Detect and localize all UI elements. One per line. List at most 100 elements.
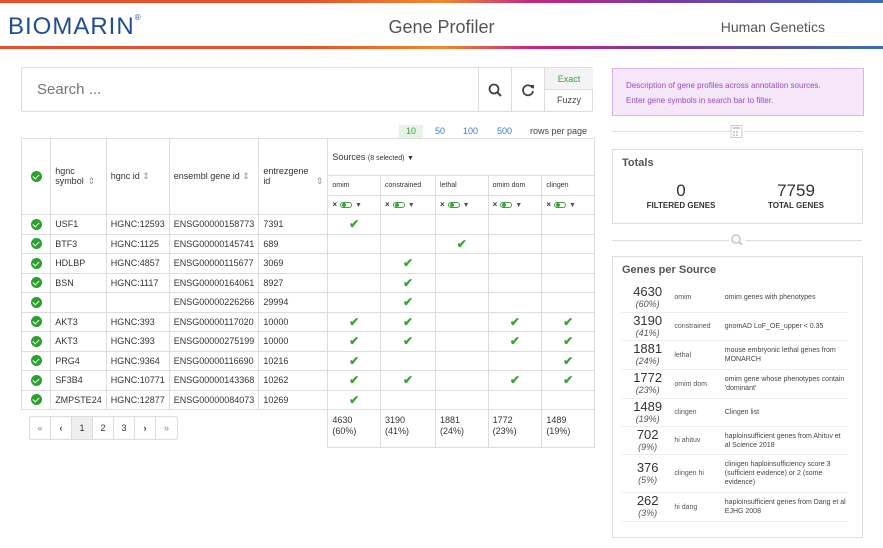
table-row[interactable]: ENSG00000226266 29994 ✔ [20, 292, 595, 313]
fuzzy-match-toggle[interactable]: Fuzzy [544, 90, 593, 111]
table-row[interactable]: AKT3 HGNC:393 ENSG00000275199 10000 ✔ ✔ ✔ ✔ [20, 331, 595, 352]
last-page-button[interactable]: » [156, 417, 177, 439]
source-stat-row: 376 (5%) clingen hi clinigen haploinsuffi… [621, 455, 847, 493]
source-cell [541, 214, 595, 235]
human-genetics-link[interactable]: Human Genetics [721, 19, 825, 35]
prev-page-button[interactable]: ‹ [51, 417, 72, 439]
toggle-switch[interactable] [500, 202, 513, 209]
source-cell: ✔ [541, 311, 595, 332]
ensembl-header[interactable]: ensembl gene id ⇕ [168, 138, 260, 215]
toggle-switch[interactable] [447, 202, 460, 209]
caret-down-icon[interactable]: ▼ [408, 202, 415, 209]
rows-10-option[interactable]: 10 [399, 125, 423, 138]
hgnc-symbol-label: hgnc symbol [55, 166, 84, 186]
row-select[interactable] [20, 214, 52, 235]
rows-per-page-label: rows per page [530, 126, 588, 136]
row-select[interactable] [20, 253, 52, 274]
toggle-switch[interactable] [392, 202, 405, 209]
entrez-cell: 10216 [258, 350, 329, 371]
search-button[interactable] [478, 68, 510, 111]
next-page-button[interactable]: › [135, 417, 156, 439]
genes-per-source-panel: Genes per Source 4630 (60%) omim omim gen… [612, 256, 863, 538]
exact-match-toggle[interactable]: Exact [544, 68, 593, 90]
row-select[interactable] [20, 272, 52, 293]
table-row[interactable]: AKT3 HGNC:393 ENSG00000117020 10000 ✔ ✔ ✔ ✔ [20, 311, 595, 332]
clear-filter-icon[interactable]: × [440, 200, 445, 209]
check-mark-icon: ✔ [456, 236, 467, 251]
table-row[interactable]: USF1 HGNC:12593 ENSG00000158773 7391 ✔ [20, 214, 595, 235]
gene-table: hgnc symbol ⇕ hgnc id ⇕ ensembl gene id … [20, 138, 595, 448]
clear-filter-icon[interactable]: × [385, 200, 390, 209]
check-icon [30, 394, 42, 406]
total-count: 4630 [332, 415, 353, 425]
source-cell: ✔ [541, 331, 595, 352]
row-select[interactable] [20, 370, 52, 391]
source-cell [380, 389, 436, 410]
caret-down-icon[interactable]: ▼ [515, 202, 522, 209]
sources-dropdown[interactable]: Sources (8 selected) ▼ [327, 138, 595, 176]
select-all-header[interactable] [20, 138, 52, 215]
page-1-button[interactable]: 1 [72, 417, 93, 439]
rows-50-option[interactable]: 50 [435, 125, 445, 138]
check-icon [30, 355, 42, 367]
entrez-cell: 8927 [258, 272, 329, 293]
source-column-omim-dom[interactable]: omim dom [487, 175, 543, 196]
table-row[interactable]: ZMPSTE24 HGNC:12877 ENSG00000084073 10269 ✔ [20, 389, 595, 410]
row-select[interactable] [20, 331, 52, 352]
clear-filter-icon[interactable]: × [493, 200, 498, 209]
row-select[interactable] [20, 389, 52, 410]
source-cell [487, 292, 543, 313]
count-value: 4630 [633, 283, 663, 299]
total-cell: 1489 (19%) [541, 409, 595, 448]
row-select[interactable] [20, 233, 52, 254]
source-column-lethal[interactable]: lethal [434, 175, 489, 196]
page-3-button[interactable]: 3 [114, 417, 135, 439]
rows-500-option[interactable]: 500 [497, 125, 512, 138]
search-input[interactable] [22, 68, 478, 111]
search-icon [729, 233, 745, 247]
pagination: « ‹ 1 2 3 › » [29, 416, 178, 440]
clear-filter-icon[interactable]: × [332, 200, 337, 209]
page-2-button[interactable]: 2 [93, 417, 114, 439]
first-page-button[interactable]: « [30, 417, 51, 439]
source-column-clingen[interactable]: clingen [541, 175, 595, 196]
row-select[interactable] [20, 292, 52, 313]
source-column-omim[interactable]: omim [327, 175, 382, 196]
entrez-header[interactable]: entrezgene id ⇕ [258, 138, 329, 215]
toggle-switch[interactable] [340, 202, 353, 209]
search-icon [488, 83, 502, 97]
toggle-switch[interactable] [553, 202, 566, 209]
source-cell [541, 389, 595, 410]
row-select[interactable] [20, 311, 52, 332]
table-row[interactable]: HDLBP HGNC:4857 ENSG00000115677 3069 ✔ [20, 253, 595, 274]
clear-filter-icon[interactable]: × [546, 200, 551, 209]
table-row[interactable]: BSN HGNC:1117 ENSG00000164061 8927 ✔ [20, 272, 595, 293]
source-cell [487, 253, 543, 274]
source-cell [380, 214, 436, 235]
hgnc-id-header[interactable]: hgnc id ⇕ [105, 138, 170, 215]
info-line-1: Description of gene profiles across anno… [626, 81, 821, 90]
table-row[interactable]: PRG4 HGNC:9364 ENSG00000116690 10216 ✔ ✔ [20, 350, 595, 371]
caret-down-icon[interactable]: ▼ [463, 202, 470, 209]
caret-down-icon[interactable]: ▼ [569, 202, 576, 209]
source-name: omim [674, 294, 692, 301]
source-stat-row: 262 (3%) hi dang haploinsufficient genes … [621, 493, 847, 522]
rows-100-option[interactable]: 100 [463, 125, 478, 138]
refresh-button[interactable] [511, 68, 543, 111]
caret-down-icon[interactable]: ▼ [355, 202, 362, 209]
total-percent: (41%) [385, 426, 410, 436]
ensembl-cell: ENSG00000084073 [168, 389, 260, 410]
source-column-constrained[interactable]: constrained [380, 175, 436, 196]
table-row[interactable]: BTF3 HGNC:1125 ENSG00000145741 689 ✔ [20, 233, 595, 254]
source-cell: ✔ [541, 370, 595, 391]
hgnc-symbol-header[interactable]: hgnc symbol ⇕ [50, 138, 107, 215]
row-select[interactable] [20, 350, 52, 371]
check-icon [30, 257, 42, 269]
source-description: gnomAD LoF_OE_upper < 0.35 [724, 323, 824, 330]
source-stat-row: 1489 (19%) clingen Clingen list [621, 399, 847, 427]
sort-icon: ⇕ [315, 176, 324, 186]
hgnc-id-cell [105, 292, 170, 313]
check-mark-icon: ✔ [402, 373, 414, 388]
table-row[interactable]: SF3B4 HGNC:10771 ENSG00000143368 10262 ✔ ✔ ✔ ✔ [20, 370, 595, 391]
source-cell: ✔ [327, 350, 382, 371]
